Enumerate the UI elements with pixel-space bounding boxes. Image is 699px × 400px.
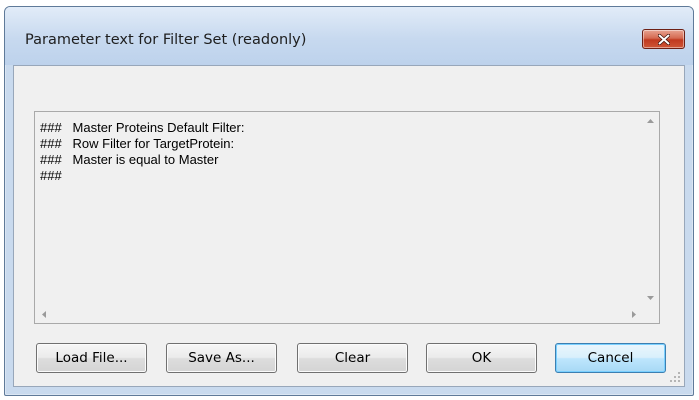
parameter-text-area[interactable]: ### Master Proteins Default Filter: ### … [34,111,660,324]
resize-grip-icon[interactable] [669,371,681,383]
parameter-text-content: ### Master Proteins Default Filter: ### … [40,120,244,184]
dialog-client-area: ### Master Proteins Default Filter: ### … [13,65,685,387]
save-as-button[interactable]: Save As... [166,343,277,373]
text-line: ### Master Proteins Default Filter: [40,120,245,135]
text-line: ### Row Filter for TargetProtein: [40,136,235,151]
arrow-left-icon [41,311,46,318]
window-title: Parameter text for Filter Set (readonly) [25,32,307,48]
arrow-up-icon [647,118,654,123]
scroll-right-arrow[interactable] [625,306,642,323]
close-button[interactable] [642,29,685,49]
cancel-button[interactable]: Cancel [555,343,666,373]
load-file-button[interactable]: Load File... [36,343,147,373]
scroll-down-arrow[interactable] [642,289,659,306]
arrow-down-icon [647,295,654,300]
horizontal-scrollbar[interactable] [35,306,642,323]
text-line: ### [40,168,62,183]
title-bar[interactable]: Parameter text for Filter Set (readonly) [5,7,693,65]
dialog-window: Parameter text for Filter Set (readonly)… [4,6,694,396]
close-icon [657,33,670,45]
text-line: ### Master is equal to Master [40,152,219,167]
clear-button[interactable]: Clear [297,343,408,373]
arrow-right-icon [631,311,636,318]
scroll-up-arrow[interactable] [642,112,659,129]
scrollbar-corner [642,306,659,323]
vertical-scrollbar[interactable] [642,112,659,306]
scroll-left-arrow[interactable] [35,306,52,323]
ok-button[interactable]: OK [426,343,537,373]
